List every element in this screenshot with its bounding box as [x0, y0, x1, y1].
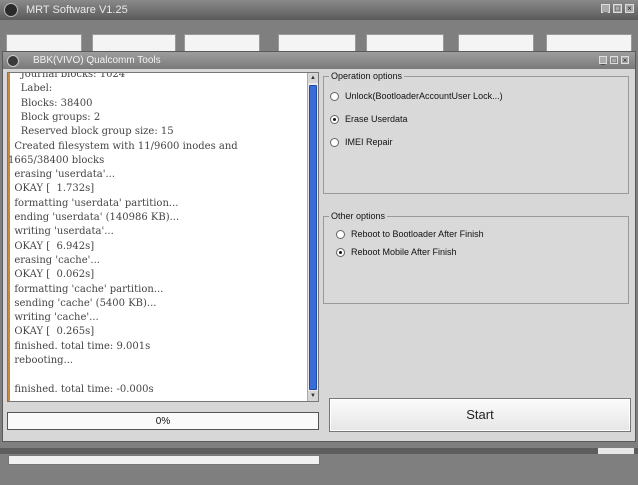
- outer-status-bar: [8, 455, 320, 465]
- log-line: Created filesystem with 11/9600 inodes a…: [8, 140, 238, 152]
- radio-reboot-bootloader[interactable]: [336, 229, 345, 239]
- radio-reboot-mobile[interactable]: [336, 247, 345, 257]
- scroll-down-icon[interactable]: ▼: [308, 391, 318, 401]
- option-imei-repair-label: IMEI Repair: [345, 137, 393, 147]
- log-lines: Journal blocks: 1024 Label: Blocks: 3840…: [8, 72, 306, 397]
- log-line: OKAY [ 0.265s]: [8, 326, 95, 338]
- option-erase-userdata-label: Erase Userdata: [345, 114, 408, 124]
- tool-window-title-bar: BBK(VIVO) Qualcomm Tools _ □ ×: [3, 52, 635, 69]
- log-line: finished. total time: 9.001s: [8, 340, 151, 352]
- radio-unlock[interactable]: [330, 91, 339, 101]
- radio-erase-userdata[interactable]: [330, 114, 339, 124]
- option-reboot-mobile[interactable]: Reboot Mobile After Finish: [336, 247, 457, 257]
- option-reboot-bootloader[interactable]: Reboot to Bootloader After Finish: [336, 229, 484, 239]
- tool-window: BBK(VIVO) Qualcomm Tools _ □ × Journal b…: [2, 51, 636, 442]
- log-line: OKAY [ 0.062s]: [8, 269, 95, 281]
- log-line: rebooting...: [8, 355, 74, 367]
- log-line: 1665/38400 blocks: [8, 154, 105, 166]
- log-line: writing 'userdata'...: [8, 226, 114, 238]
- outer-window-title: MRT Software V1.25: [26, 4, 128, 16]
- log-line: Journal blocks: 1024: [8, 72, 126, 81]
- option-unlock-label: Unlock(BootloaderAccountUser Lock...): [345, 91, 503, 101]
- tool-window-title: BBK(VIVO) Qualcomm Tools: [33, 55, 161, 66]
- log-line: Block groups: 2: [8, 112, 101, 123]
- operation-options-group: Operation options Unlock(BootloaderAccou…: [323, 71, 629, 194]
- progress-label: 0%: [155, 416, 171, 427]
- progress-bar: 0%: [7, 412, 319, 430]
- start-button[interactable]: Start: [329, 398, 631, 432]
- outer-bottom-panel: [598, 448, 634, 454]
- app-logo-icon: [4, 3, 18, 17]
- log-line: sending 'cache' (5400 KB)...: [8, 297, 157, 309]
- log-line: OKAY [ 6.942s]: [8, 240, 95, 252]
- log-line: erasing 'userdata'...: [8, 169, 116, 181]
- log-line: finished. total time: -0.000s: [8, 383, 154, 395]
- tool-window-controls: _ □ ×: [599, 56, 629, 65]
- log-line: Blocks: 38400: [8, 97, 93, 109]
- log-scrollbar[interactable]: ▲ ▼: [307, 73, 318, 401]
- outer-title-bar: MRT Software V1.25 _ □ ×: [0, 0, 638, 20]
- log-line: formatting 'userdata' partition...: [8, 197, 179, 209]
- scroll-up-icon[interactable]: ▲: [308, 73, 318, 83]
- maximize-icon[interactable]: □: [610, 56, 618, 65]
- outer-window-controls: _ □ ×: [601, 4, 634, 13]
- log-output[interactable]: Journal blocks: 1024 Label: Blocks: 3840…: [7, 72, 319, 402]
- option-reboot-mobile-label: Reboot Mobile After Finish: [351, 247, 457, 257]
- option-erase-userdata[interactable]: Erase Userdata: [330, 114, 408, 124]
- minimize-icon[interactable]: _: [599, 56, 607, 65]
- log-line: Label:: [8, 83, 53, 95]
- option-imei-repair[interactable]: IMEI Repair: [330, 137, 393, 147]
- log-line: formatting 'cache' partition...: [8, 283, 164, 295]
- tool-logo-icon: [7, 54, 19, 67]
- log-line: writing 'cache'...: [8, 312, 99, 324]
- option-unlock[interactable]: Unlock(BootloaderAccountUser Lock...): [330, 91, 503, 101]
- log-line: erasing 'cache'...: [8, 254, 100, 266]
- operation-options-legend: Operation options: [329, 71, 405, 81]
- log-line: OKAY [ 1.732s]: [8, 183, 95, 195]
- option-reboot-bootloader-label: Reboot to Bootloader After Finish: [351, 229, 484, 239]
- outer-bottom-strip: [0, 448, 638, 454]
- other-options-legend: Other options: [329, 211, 388, 221]
- maximize-icon[interactable]: □: [613, 4, 622, 13]
- scroll-thumb[interactable]: [309, 84, 317, 390]
- minimize-icon[interactable]: _: [601, 4, 610, 13]
- log-line: ending 'userdata' (140986 KB)...: [8, 212, 180, 224]
- other-options-group: Other options Reboot to Bootloader After…: [323, 211, 629, 304]
- log-line: Reserved block group size: 15: [8, 126, 174, 138]
- close-icon[interactable]: ×: [621, 56, 629, 65]
- radio-imei-repair[interactable]: [330, 137, 339, 147]
- close-icon[interactable]: ×: [625, 4, 634, 13]
